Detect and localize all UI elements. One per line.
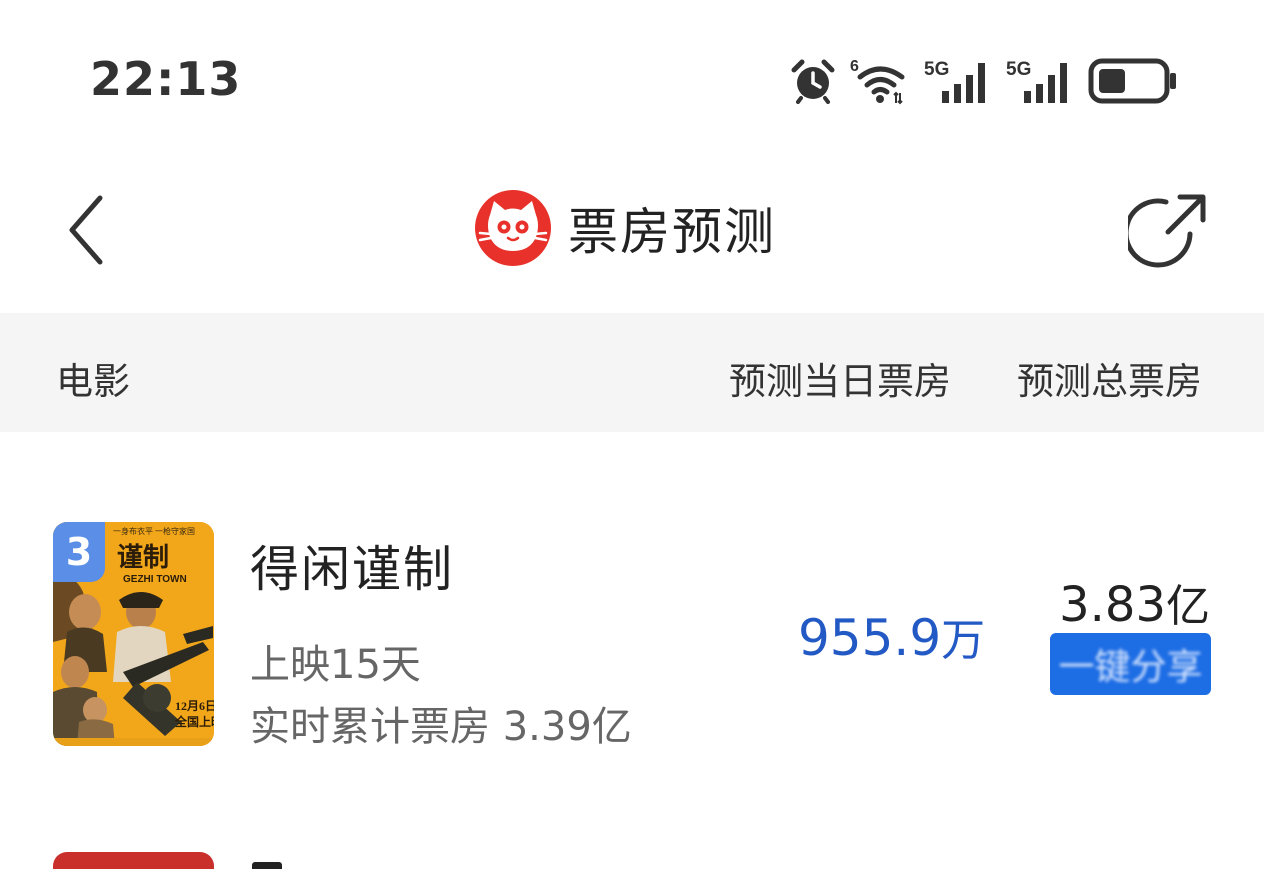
poster-release: 全国上映 xyxy=(174,714,214,729)
movie-cumulative-box-office: 实时累计票房 3.39亿 xyxy=(250,704,632,750)
table-row[interactable]: 一身布衣平 一枪守家国 谨制 GEZHI TOWN 12月6日 全国上映 3 得… xyxy=(0,500,1264,770)
back-button[interactable] xyxy=(58,190,118,270)
maoyan-cat-logo-icon xyxy=(475,190,551,266)
column-header-predicted-today[interactable]: 预测当日票房 xyxy=(729,351,951,405)
action-button[interactable]: 一键分享 xyxy=(1050,633,1211,695)
poster-english-title: GEZHI TOWN xyxy=(123,574,187,585)
poster-tagline: 一身布衣平 一枪守家国 xyxy=(113,526,195,536)
predicted-today-unit: 万 xyxy=(941,615,986,666)
share-button[interactable] xyxy=(1123,188,1212,272)
battery-icon xyxy=(1088,58,1176,104)
status-time: 22:13 xyxy=(90,52,242,106)
predicted-total-value: 3.83 xyxy=(1059,577,1166,633)
network-label-2: 5G xyxy=(1006,59,1031,80)
network-label-1: 5G xyxy=(924,59,949,80)
table-header: 电影 预测当日票房 预测总票房 xyxy=(0,313,1264,432)
status-bar: 22:13 6 5G 5G xyxy=(0,0,1264,150)
alarm-icon xyxy=(791,59,835,104)
poster-date: 12月6日 xyxy=(175,699,214,713)
predicted-total-box-office: 3.83亿 xyxy=(1059,570,1210,634)
predicted-total-unit: 亿 xyxy=(1166,581,1210,632)
rank-badge: 3 xyxy=(53,522,105,582)
status-icons: 6 5G 5G xyxy=(790,56,1178,106)
page-title: 票房预测 xyxy=(568,203,776,261)
signal-5g-icon: 5G xyxy=(1006,59,1067,103)
column-header-predicted-total[interactable]: 预测总票房 xyxy=(1017,351,1202,405)
action-button-label: 一键分享 xyxy=(1058,647,1203,688)
signal-5g-icon: 5G xyxy=(924,59,985,103)
movie-release-days: 上映15天 xyxy=(250,642,421,688)
predicted-today-value: 955.9 xyxy=(798,609,942,667)
wifi-icon: 6 xyxy=(850,58,905,105)
poster-title: 谨制 xyxy=(117,543,169,572)
nav-bar: 票房预测 xyxy=(0,160,1264,300)
movie-title[interactable]: 得闲谨制 xyxy=(250,530,454,601)
nav-title-group: 票房预测 xyxy=(474,188,776,268)
movie-title xyxy=(252,862,282,869)
predicted-today-box-office: 955.9万 xyxy=(798,604,985,668)
movie-poster[interactable] xyxy=(53,852,214,869)
share-icon xyxy=(1123,194,1206,268)
chevron-left-icon xyxy=(69,195,103,265)
column-header-movie: 电影 xyxy=(56,360,130,403)
movie-poster[interactable]: 一身布衣平 一枪守家国 谨制 GEZHI TOWN 12月6日 全国上映 3 xyxy=(53,522,214,746)
table-row[interactable] xyxy=(0,850,1264,869)
wifi-badge: 6 xyxy=(850,58,859,75)
